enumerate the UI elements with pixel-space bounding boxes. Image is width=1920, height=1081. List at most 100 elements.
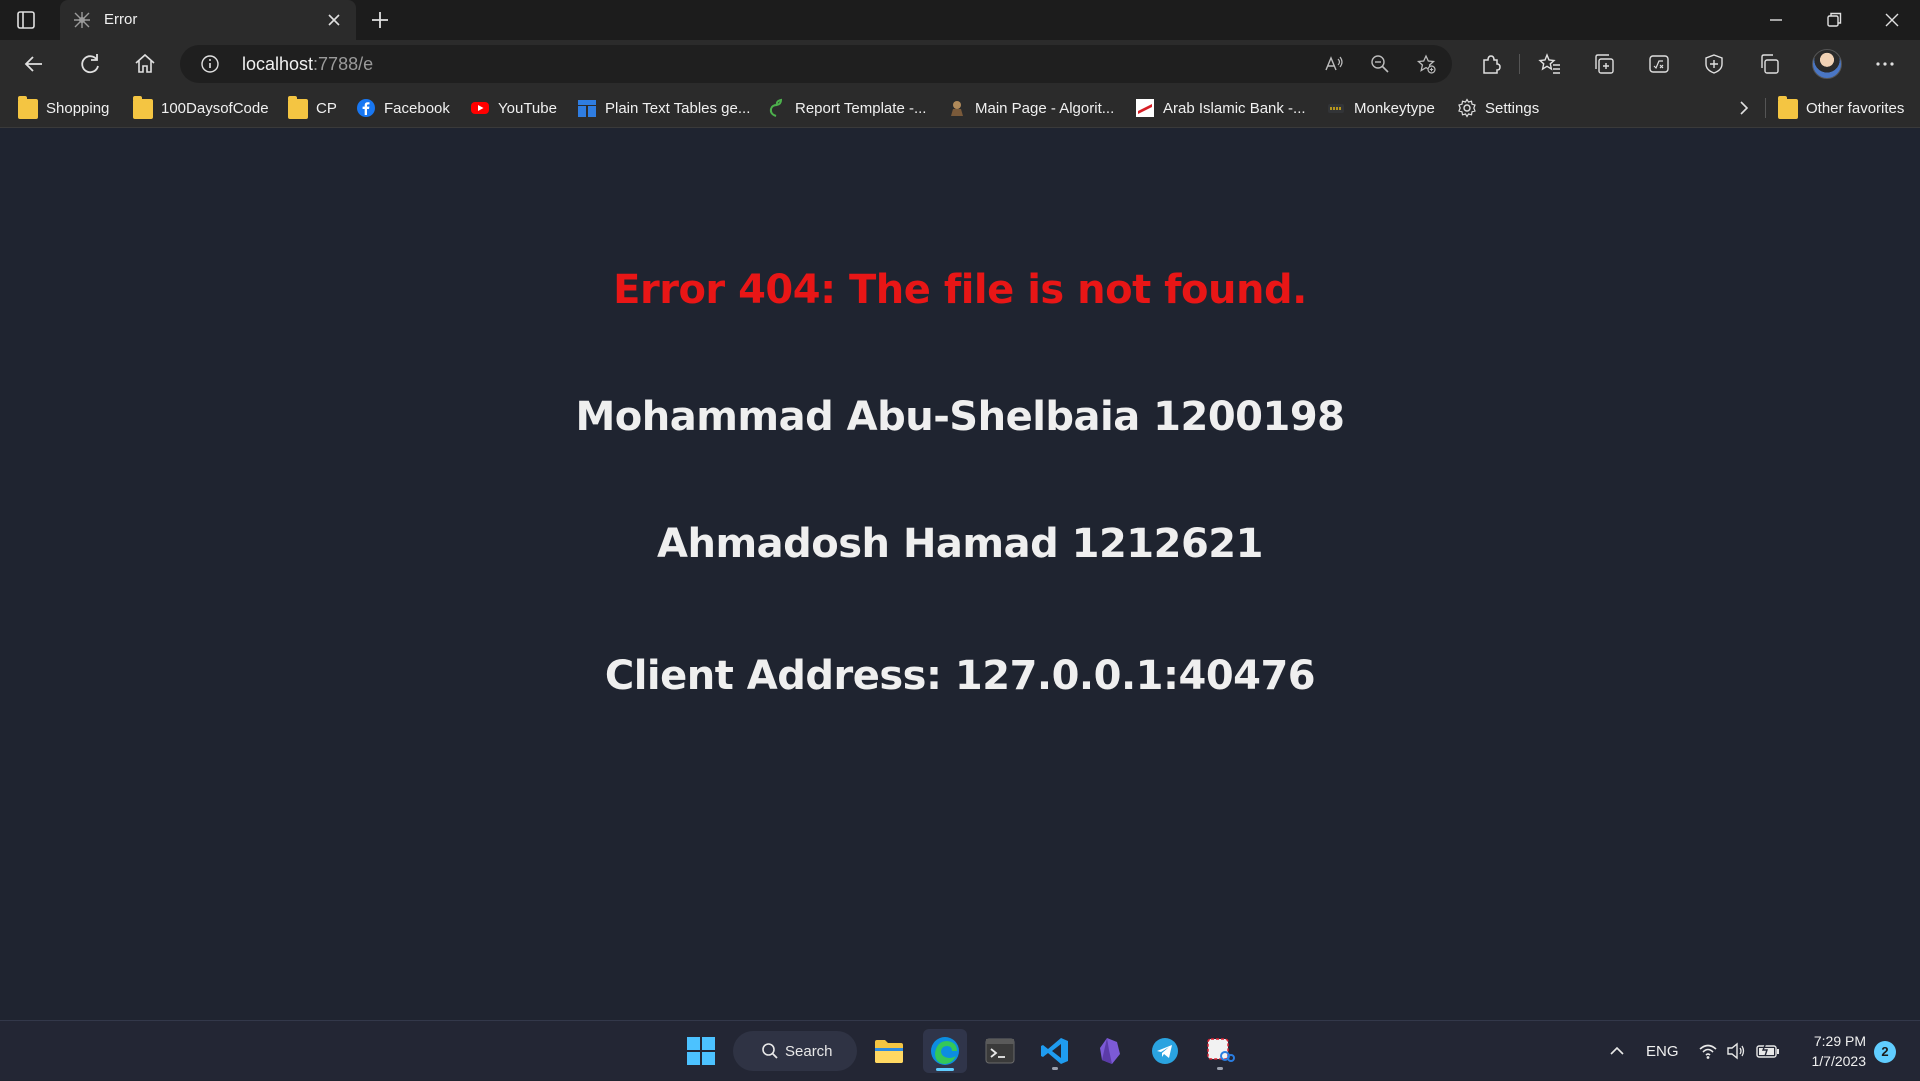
minimize-icon[interactable] — [1762, 6, 1790, 34]
wifi-icon[interactable] — [1698, 1041, 1718, 1061]
tab-title: Error — [104, 11, 138, 28]
author-line-2: Ahmadosh Hamad 1212621 — [657, 521, 1263, 567]
bookmark-monkeytype[interactable]: Monkeytype — [1326, 96, 1435, 120]
edge-icon — [931, 1037, 959, 1065]
bookmark-report-template[interactable]: Report Template -... — [767, 96, 926, 120]
input-language[interactable]: ENG — [1646, 1021, 1679, 1081]
bookmark-settings[interactable]: Settings — [1457, 96, 1539, 120]
start-button[interactable] — [679, 1029, 723, 1073]
running-app-indicator — [1217, 1067, 1223, 1070]
other-favorites-label: Other favorites — [1806, 99, 1905, 117]
bookmark-100daysofcode[interactable]: 100DaysofCode — [133, 96, 269, 120]
home-icon[interactable] — [131, 50, 159, 78]
workspaces-icon[interactable] — [1757, 52, 1781, 76]
error-heading: Error 404: The file is not found. — [613, 267, 1307, 313]
close-tab-icon[interactable] — [324, 10, 344, 30]
extensions-icon[interactable] — [1478, 52, 1502, 76]
bookmark-label: YouTube — [498, 99, 557, 117]
title-bar: Error — [0, 0, 1920, 40]
windows-logo-icon — [687, 1037, 715, 1065]
monkeytype-icon — [1328, 104, 1344, 113]
close-window-icon[interactable] — [1878, 6, 1906, 34]
bookmark-label: Arab Islamic Bank -... — [1163, 99, 1306, 117]
tab-actions-icon[interactable] — [14, 8, 38, 32]
bookmark-divider — [1765, 98, 1766, 118]
taskbar-search[interactable]: Search — [733, 1031, 857, 1071]
folder-icon — [1778, 96, 1798, 119]
read-aloud-icon[interactable] — [1324, 54, 1344, 74]
taskbar-terminal[interactable] — [978, 1029, 1022, 1073]
search-icon — [762, 1043, 778, 1059]
bookmark-facebook[interactable]: Facebook — [356, 96, 450, 120]
folder-icon — [133, 96, 153, 119]
favorites-icon[interactable] — [1538, 52, 1562, 76]
bank-icon — [1136, 99, 1154, 117]
taskbar-vscode[interactable] — [1033, 1029, 1077, 1073]
browser-tab[interactable]: Error — [60, 0, 356, 40]
active-app-indicator — [936, 1068, 954, 1071]
clock-time: 7:29 PM — [1813, 1033, 1866, 1049]
taskbar-clock[interactable]: 7:29 PM 1/7/2023 — [1796, 1031, 1867, 1071]
file-explorer-icon — [875, 1040, 903, 1063]
refresh-icon[interactable] — [76, 50, 104, 78]
taskbar-telegram[interactable] — [1143, 1029, 1187, 1073]
bookmark-shopping[interactable]: Shopping — [18, 96, 109, 120]
address-bar[interactable]: localhost:7788/e — [180, 45, 1452, 83]
bookmark-arab-islamic-bank[interactable]: Arab Islamic Bank -... — [1135, 96, 1306, 120]
taskbar-file-explorer[interactable] — [867, 1029, 911, 1073]
page-content: Error 404: The file is not found. Mohamm… — [0, 129, 1920, 1020]
bookmark-label: Report Template -... — [795, 99, 927, 117]
bookmark-plain-text-tables[interactable]: Plain Text Tables ge... — [577, 96, 750, 120]
folder-icon — [18, 96, 38, 119]
site-info-icon[interactable] — [200, 54, 220, 74]
browser-essentials-icon[interactable] — [1702, 52, 1726, 76]
favorites-bar: Shopping 100DaysofCode CP Facebook YouTu… — [0, 88, 1920, 128]
more-menu-icon[interactable] — [1873, 52, 1897, 76]
bookmark-label: Settings — [1485, 99, 1540, 117]
client-address: Client Address: 127.0.0.1:40476 — [604, 653, 1316, 699]
collections-icon[interactable] — [1592, 52, 1616, 76]
bookmark-algorithmica[interactable]: Main Page - Algorit... — [947, 96, 1114, 120]
windows-taskbar: Search ENG 7:29 PM 1/7/2023 2 — [0, 1020, 1920, 1080]
browser-toolbar: localhost:7788/e — [0, 40, 1920, 88]
url-text: localhost:7788/e — [242, 54, 373, 75]
taskbar-edge[interactable] — [923, 1029, 967, 1073]
other-favorites[interactable]: Other favorites — [1778, 96, 1904, 120]
notification-badge[interactable]: 2 — [1874, 1041, 1896, 1063]
back-icon[interactable] — [20, 50, 48, 78]
telegram-icon — [1152, 1038, 1178, 1064]
obsidian-icon — [1100, 1038, 1120, 1064]
taskbar-snipping-tool[interactable] — [1198, 1029, 1242, 1073]
profile-avatar[interactable] — [1812, 49, 1842, 79]
facebook-icon — [357, 99, 375, 117]
chevron-up-icon[interactable] — [1608, 1042, 1626, 1060]
restore-icon[interactable] — [1820, 6, 1848, 34]
math-solver-icon[interactable] — [1647, 52, 1671, 76]
bookmark-cp[interactable]: CP — [288, 96, 337, 120]
table-icon — [578, 100, 596, 117]
bookmark-youtube[interactable]: YouTube — [470, 96, 557, 120]
bookmark-label: 100DaysofCode — [161, 99, 269, 117]
gear-icon — [1458, 98, 1476, 118]
terminal-icon — [985, 1038, 1015, 1064]
new-tab-icon[interactable] — [368, 8, 392, 32]
algorithmica-icon — [951, 101, 963, 116]
taskbar-obsidian[interactable] — [1088, 1029, 1132, 1073]
bookmark-label: CP — [316, 99, 337, 117]
bookmark-label: Shopping — [46, 99, 110, 117]
add-favorite-icon[interactable] — [1416, 54, 1436, 74]
vscode-icon — [1041, 1038, 1068, 1064]
clock-date: 1/7/2023 — [1811, 1053, 1867, 1069]
battery-icon[interactable] — [1756, 1041, 1780, 1061]
volume-icon[interactable] — [1726, 1041, 1746, 1061]
bookmark-label: Facebook — [384, 99, 450, 117]
bookmark-label: Monkeytype — [1354, 99, 1435, 117]
author-line-1: Mohammad Abu-Shelbaia 1200198 — [575, 394, 1345, 440]
toolbar-divider — [1519, 54, 1520, 74]
youtube-icon — [471, 102, 489, 114]
chevron-right-icon[interactable] — [1734, 98, 1754, 118]
url-host: localhost — [242, 54, 314, 74]
folder-icon — [288, 96, 308, 119]
bookmark-label: Plain Text Tables ge... — [605, 99, 751, 117]
zoom-out-icon[interactable] — [1370, 54, 1390, 74]
